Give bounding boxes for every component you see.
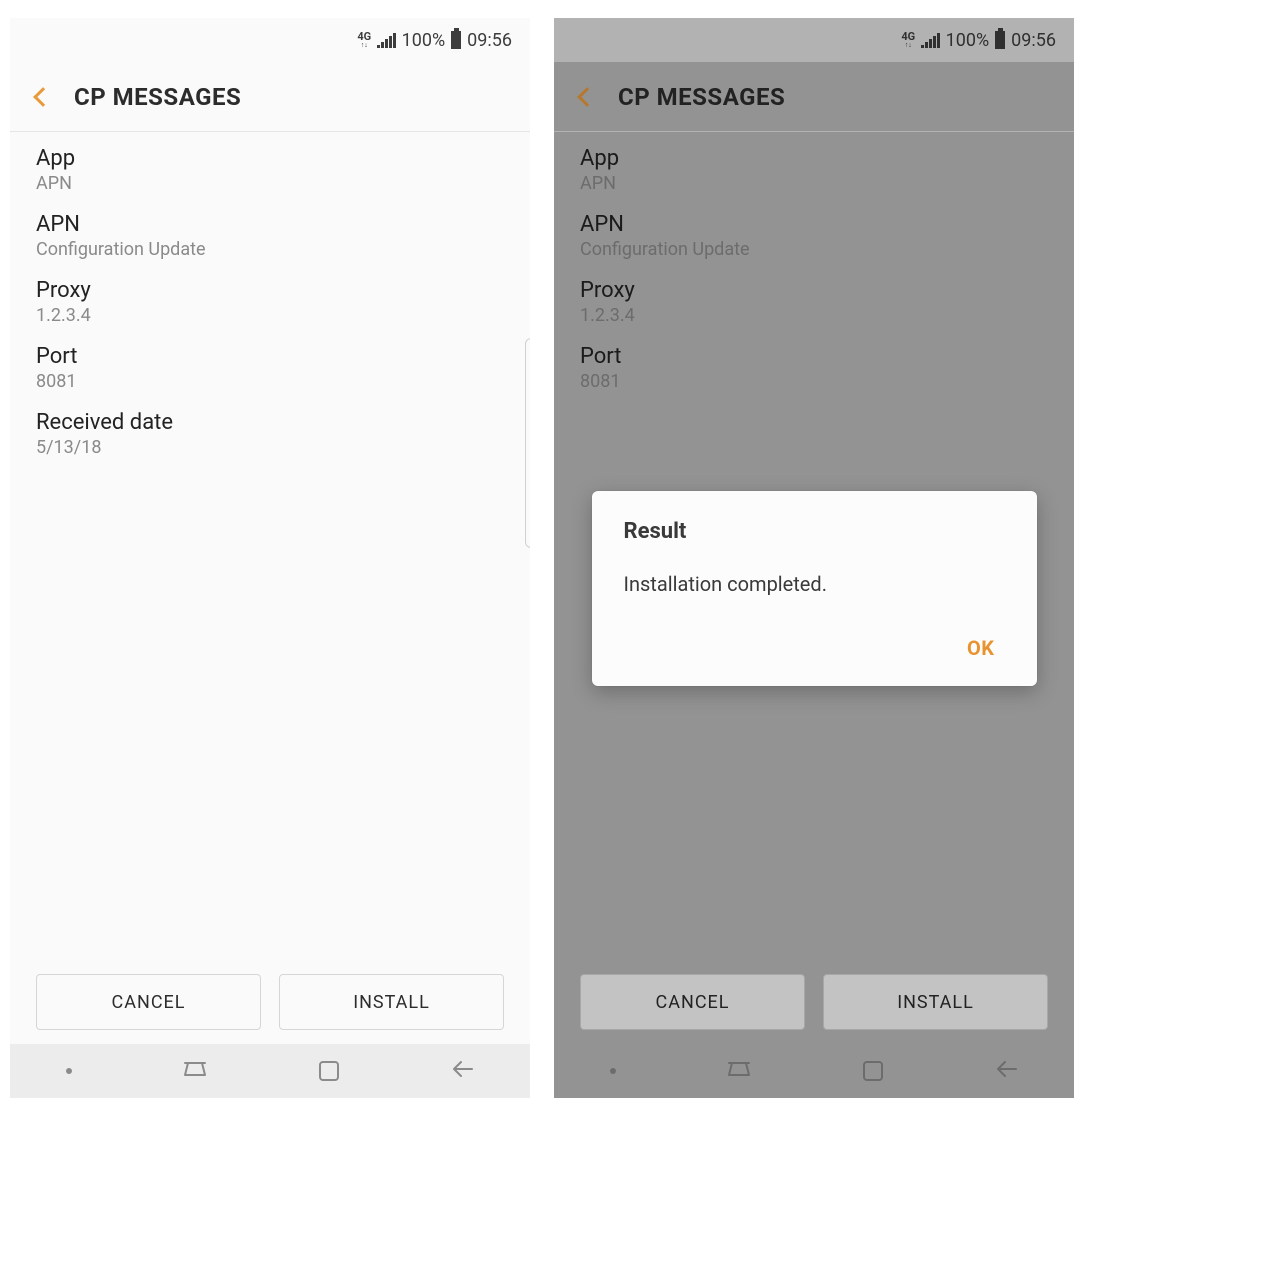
recents-icon[interactable] — [183, 1061, 207, 1081]
detail-label: Received date — [36, 410, 504, 435]
detail-value: 1.2.3.4 — [36, 305, 504, 326]
detail-port[interactable]: Port 8081 — [36, 344, 504, 392]
detail-apn[interactable]: APN Configuration Update — [36, 212, 504, 260]
system-nav-bar — [10, 1044, 530, 1098]
back-nav-icon[interactable] — [450, 1060, 474, 1082]
back-icon[interactable] — [33, 87, 53, 107]
scroll-edge-handle[interactable] — [525, 338, 530, 548]
install-button[interactable]: INSTALL — [279, 974, 504, 1030]
phone-screen-left: 4G↑↓ 100% 09:56 CP MESSAGES App APN APN … — [10, 18, 530, 1098]
detail-label: Proxy — [36, 278, 504, 303]
details-panel: App APN APN Configuration Update Proxy 1… — [10, 132, 530, 960]
nav-dot-icon — [66, 1068, 72, 1074]
detail-value: Configuration Update — [36, 239, 504, 260]
signal-icon — [377, 33, 396, 48]
home-icon[interactable] — [319, 1061, 339, 1081]
battery-icon — [451, 31, 461, 49]
ok-button[interactable]: OK — [957, 630, 1005, 666]
phone-screen-right: 4G↑↓ 100% 09:56 CP MESSAGES App APN APN … — [554, 18, 1074, 1098]
detail-received-date[interactable]: Received date 5/13/18 — [36, 410, 504, 458]
battery-text: 100% — [402, 30, 446, 51]
detail-label: APN — [36, 212, 504, 237]
footer-actions: CANCEL INSTALL — [10, 960, 530, 1044]
dialog-actions: OK — [624, 630, 1005, 666]
page-title: CP MESSAGES — [74, 83, 241, 111]
clock: 09:56 — [467, 30, 512, 51]
status-bar: 4G↑↓ 100% 09:56 — [10, 18, 530, 62]
dialog-title: Result — [624, 519, 1005, 544]
modal-backdrop: Result Installation completed. OK — [554, 18, 1074, 1098]
network-4g-icon: 4G↑↓ — [357, 31, 371, 49]
detail-value: 8081 — [36, 371, 504, 392]
app-header: CP MESSAGES — [10, 62, 530, 132]
detail-value: APN — [36, 173, 504, 194]
detail-label: Port — [36, 344, 504, 369]
result-dialog: Result Installation completed. OK — [592, 491, 1037, 686]
detail-app[interactable]: App APN — [36, 146, 504, 194]
cancel-button[interactable]: CANCEL — [36, 974, 261, 1030]
detail-proxy[interactable]: Proxy 1.2.3.4 — [36, 278, 504, 326]
dialog-message: Installation completed. — [624, 572, 1005, 596]
detail-value: 5/13/18 — [36, 437, 504, 458]
detail-label: App — [36, 146, 504, 171]
